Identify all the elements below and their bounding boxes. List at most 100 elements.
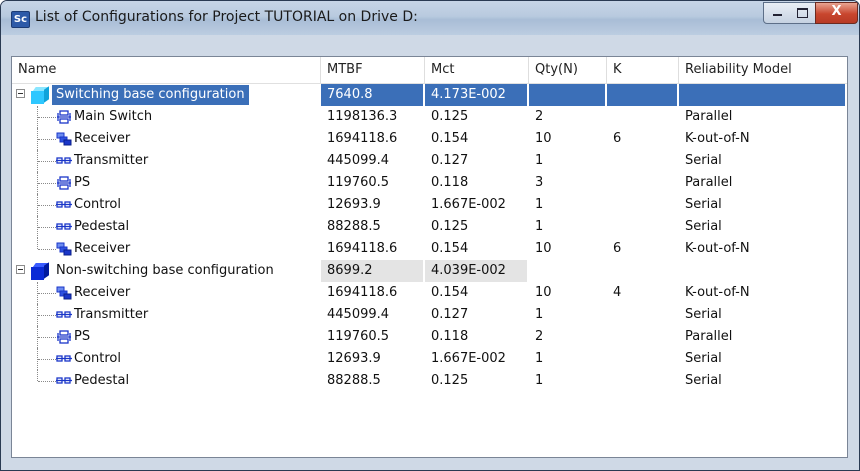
component-row[interactable]: Receiver 1694118.6 0.154 10 6 K-out-of-N <box>12 238 847 260</box>
name-cell: Transmitter <box>12 150 321 172</box>
window-body: Name MTBF Mct Qty(N) K Reliability Model… <box>7 35 853 464</box>
name-cell: PS <box>12 172 321 194</box>
collapse-toggle[interactable] <box>16 265 25 274</box>
configurations-window: Sc List of Configurations for Project TU… <box>0 0 860 471</box>
component-row[interactable]: Transmitter 445099.4 0.127 1 Serial <box>12 304 847 326</box>
reliability-model-cell: Serial <box>685 373 722 388</box>
name-cell: Transmitter <box>12 304 321 326</box>
title-bar[interactable]: Sc List of Configurations for Project TU… <box>1 1 859 35</box>
component-row[interactable]: Pedestal 88288.5 0.125 1 Serial <box>12 370 847 392</box>
reliability-model-cell: K-out-of-N <box>685 241 750 256</box>
mtbf-cell: 12693.9 <box>327 351 381 366</box>
component-row[interactable]: Control 12693.9 1.667E-002 1 Serial <box>12 194 847 216</box>
window-title: List of Configurations for Project TUTOR… <box>35 9 418 25</box>
reliability-model-cell: Parallel <box>685 109 733 124</box>
qty-cell: 2 <box>535 109 544 124</box>
k-cell <box>607 348 677 370</box>
component-row[interactable]: PS 119760.5 0.118 2 Parallel <box>12 326 847 348</box>
qty-cell <box>529 260 605 282</box>
list-header: Name MTBF Mct Qty(N) K Reliability Model <box>12 57 847 84</box>
k-cell <box>607 172 677 194</box>
k-cell: 6 <box>613 131 622 146</box>
configuration-name: Non-switching base configuration <box>56 263 274 278</box>
name-cell: Receiver <box>12 128 321 150</box>
minimize-button[interactable] <box>763 2 792 24</box>
maximize-icon <box>797 8 808 18</box>
reliability-model-cell: K-out-of-N <box>685 285 750 300</box>
name-cell: Control <box>12 348 321 370</box>
component-name: Pedestal <box>74 219 130 234</box>
configuration-row[interactable]: Non-switching base configuration 8699.2 4.… <box>12 260 847 282</box>
component-row[interactable]: Main Switch 1198136.3 0.125 2 Parallel <box>12 106 847 128</box>
app-icon[interactable]: Sc <box>11 11 30 28</box>
list-rows: Switching base configuration 7640.8 4.173E… <box>12 84 847 392</box>
reliability-model-cell: Serial <box>685 219 722 234</box>
mct-cell: 1.667E-002 <box>431 197 506 212</box>
configuration-row[interactable]: Switching base configuration 7640.8 4.173E… <box>12 84 847 106</box>
column-header-name[interactable]: Name <box>12 57 321 83</box>
reliability-model-cell <box>679 84 845 106</box>
name-cell: Receiver <box>12 238 321 260</box>
component-name: Receiver <box>74 241 131 256</box>
tree-connector <box>38 337 56 338</box>
mct-cell: 0.154 <box>431 241 469 256</box>
qty-cell: 10 <box>535 285 552 300</box>
mct-cell: 0.154 <box>431 285 469 300</box>
k-cell <box>607 304 677 326</box>
mct-cell: 0.127 <box>431 153 469 168</box>
mct-cell: 0.118 <box>431 329 469 344</box>
k-cell: 4 <box>613 285 622 300</box>
mtbf-cell: 1198136.3 <box>327 109 398 124</box>
component-name: PS <box>74 175 91 190</box>
mct-cell: 1.667E-002 <box>431 351 506 366</box>
name-cell: Receiver <box>12 282 321 304</box>
maximize-button[interactable] <box>790 2 816 24</box>
mct-cell: 0.125 <box>431 373 469 388</box>
qty-cell: 2 <box>535 329 544 344</box>
serial-icon <box>56 308 72 322</box>
k-cell: 6 <box>613 241 622 256</box>
close-button[interactable]: X <box>815 2 858 24</box>
configuration-cube-icon <box>31 86 49 104</box>
k-out-of-n-icon <box>56 132 72 146</box>
name-cell: Switching base configuration <box>12 84 321 106</box>
column-header-mtbf[interactable]: MTBF <box>321 57 425 83</box>
column-header-reliability-model[interactable]: Reliability Model <box>679 57 847 83</box>
configuration-list[interactable]: Name MTBF Mct Qty(N) K Reliability Model… <box>11 56 848 458</box>
name-cell: Main Switch <box>12 106 321 128</box>
k-cell <box>607 370 677 392</box>
column-header-k[interactable]: K <box>607 57 679 83</box>
tree-connector <box>38 139 56 140</box>
component-row[interactable]: Transmitter 445099.4 0.127 1 Serial <box>12 150 847 172</box>
component-row[interactable]: PS 119760.5 0.118 3 Parallel <box>12 172 847 194</box>
component-name: PS <box>74 329 91 344</box>
reliability-model-cell: Serial <box>685 153 722 168</box>
column-header-qty[interactable]: Qty(N) <box>529 57 607 83</box>
name-cell: PS <box>12 326 321 348</box>
tree-connector <box>37 370 38 381</box>
serial-icon <box>56 198 72 212</box>
component-name: Control <box>74 351 121 366</box>
tree-connector <box>38 183 56 184</box>
k-cell <box>607 326 677 348</box>
serial-icon <box>56 220 72 234</box>
tree-connector <box>38 359 56 360</box>
component-row[interactable]: Control 12693.9 1.667E-002 1 Serial <box>12 348 847 370</box>
collapse-toggle[interactable] <box>16 89 25 98</box>
serial-icon <box>56 154 72 168</box>
component-row[interactable]: Receiver 1694118.6 0.154 10 6 K-out-of-N <box>12 128 847 150</box>
qty-cell: 10 <box>535 241 552 256</box>
mct-cell: 4.173E-002 <box>425 84 527 106</box>
mtbf-cell: 88288.5 <box>327 219 381 234</box>
component-row[interactable]: Receiver 1694118.6 0.154 10 4 K-out-of-N <box>12 282 847 304</box>
mtbf-cell: 1694118.6 <box>327 285 398 300</box>
k-cell <box>607 150 677 172</box>
component-row[interactable]: Pedestal 88288.5 0.125 1 Serial <box>12 216 847 238</box>
component-name: Pedestal <box>74 373 130 388</box>
mtbf-cell: 88288.5 <box>327 373 381 388</box>
mtbf-cell: 119760.5 <box>327 175 390 190</box>
mct-cell: 0.118 <box>431 175 469 190</box>
minimize-icon <box>773 14 782 16</box>
column-header-mct[interactable]: Mct <box>425 57 529 83</box>
tree-connector <box>38 315 56 316</box>
